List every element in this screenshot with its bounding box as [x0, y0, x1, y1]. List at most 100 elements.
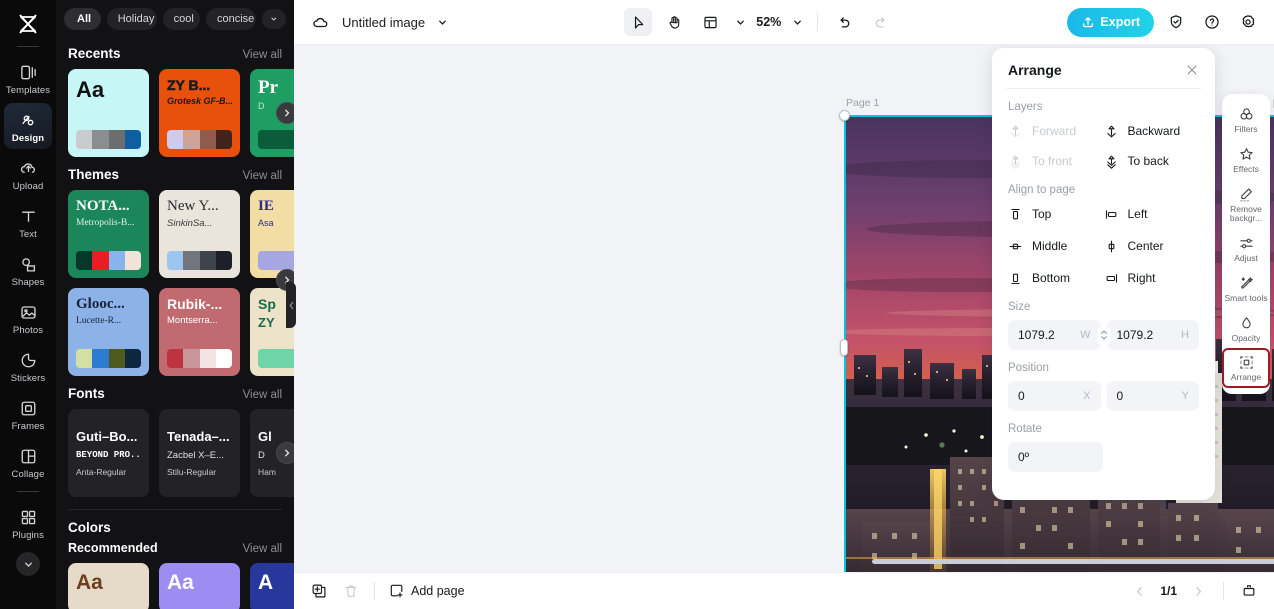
- question-circle-icon[interactable]: [1198, 8, 1226, 36]
- align-label: Align to page: [992, 172, 1215, 203]
- tool-smart-tools[interactable]: Smart tools: [1222, 269, 1270, 309]
- sidebar-item-design[interactable]: Design: [4, 103, 52, 149]
- cloud-sync-icon[interactable]: [306, 8, 334, 36]
- align-bottom-button[interactable]: Bottom: [1008, 267, 1104, 289]
- undo-icon[interactable]: [830, 8, 858, 36]
- card-title: New Y...: [167, 199, 232, 215]
- layer-backward-button[interactable]: Backward: [1104, 120, 1200, 142]
- align-middle-button[interactable]: Middle: [1008, 235, 1104, 257]
- duplicate-page-icon[interactable]: [306, 578, 332, 604]
- color-card[interactable]: Aa: [68, 563, 149, 609]
- align-top-button[interactable]: Top: [1008, 203, 1104, 225]
- sidebar-item-stickers[interactable]: Stickers: [4, 343, 52, 389]
- zoom-level[interactable]: 52%: [756, 15, 781, 29]
- y-input[interactable]: [1117, 389, 1178, 403]
- font-card[interactable]: Guti–Bo... BEYOND PRO... Anta-Regular: [68, 409, 149, 497]
- canvas-stage[interactable]: Page 1: [294, 45, 1274, 572]
- size-fields: W H: [992, 320, 1215, 350]
- sidebar-item-collage[interactable]: Collage: [4, 439, 52, 485]
- sidebar-item-photos[interactable]: Photos: [4, 295, 52, 341]
- export-button[interactable]: Export: [1067, 8, 1154, 37]
- tool-arrange[interactable]: Arrange: [1222, 348, 1270, 388]
- theme-card[interactable]: New Y... SinkinSa...: [159, 190, 240, 278]
- tool-effects[interactable]: Effects: [1222, 140, 1270, 180]
- link-ratio-icon[interactable]: [1097, 327, 1110, 344]
- x-field[interactable]: X: [1008, 381, 1101, 411]
- x-input[interactable]: [1018, 389, 1079, 403]
- chevron-right-icon[interactable]: [276, 102, 294, 124]
- x-suffix: X: [1083, 390, 1090, 402]
- rail-expand-button[interactable]: [16, 552, 40, 576]
- sidebar-item-upload[interactable]: Upload: [4, 151, 52, 197]
- panel-collapse-handle[interactable]: [286, 282, 296, 328]
- layout-chevron-icon[interactable]: [732, 8, 748, 36]
- gear-icon[interactable]: [1234, 8, 1262, 36]
- capcut-logo-icon[interactable]: [0, 6, 56, 42]
- chip-holiday[interactable]: Holiday: [107, 8, 157, 30]
- chip-concise[interactable]: concise: [206, 8, 256, 30]
- recents-card[interactable]: Aa: [68, 69, 149, 157]
- shield-check-icon[interactable]: [1162, 8, 1190, 36]
- y-field[interactable]: Y: [1107, 381, 1200, 411]
- font-card[interactable]: Tenada–... Zacbel X–E... Stilu-Regular: [159, 409, 240, 497]
- sidebar-label: Frames: [12, 421, 45, 432]
- layer-label: To back: [1128, 154, 1169, 168]
- colors-row: Aa Aa A: [56, 563, 294, 609]
- next-page-button[interactable]: [1185, 578, 1211, 604]
- sidebar-item-text[interactable]: Text: [4, 199, 52, 245]
- hand-pan-icon[interactable]: [660, 8, 688, 36]
- rotate-field[interactable]: [1008, 442, 1103, 472]
- align-center-button[interactable]: Center: [1104, 235, 1200, 257]
- view-all-recents[interactable]: View all: [243, 49, 282, 61]
- color-card[interactable]: Aa: [159, 563, 240, 609]
- document-title[interactable]: Untitled image: [342, 15, 425, 30]
- sidebar-item-plugins[interactable]: Plugins: [4, 500, 52, 546]
- theme-card[interactable]: IE Asa: [250, 190, 294, 278]
- rotate-input[interactable]: [1018, 450, 1093, 464]
- view-all-colors[interactable]: View all: [243, 543, 282, 555]
- recents-card[interactable]: ZY B... Grotesk GF-B...: [159, 69, 240, 157]
- sidebar-item-shapes[interactable]: Shapes: [4, 247, 52, 293]
- theme-card[interactable]: Glooc... Lucette-R...: [68, 288, 149, 376]
- notes-icon[interactable]: [1236, 578, 1262, 604]
- card-subtitle: Asa: [258, 218, 294, 229]
- theme-card[interactable]: NOTA... Metropolis-B...: [68, 190, 149, 278]
- section-title: Recommended: [68, 541, 158, 555]
- layer-to-back-button[interactable]: To back: [1104, 150, 1200, 172]
- chip-all[interactable]: All: [64, 8, 101, 30]
- sidebar-item-frames[interactable]: Frames: [4, 391, 52, 437]
- sidebar-item-templates[interactable]: Templates: [4, 55, 52, 101]
- layout-grid-icon[interactable]: [696, 8, 724, 36]
- height-field[interactable]: H: [1107, 320, 1200, 350]
- tool-remove-background[interactable]: Remove backgr...: [1222, 180, 1270, 230]
- horizontal-scrollbar[interactable]: [872, 559, 1274, 564]
- chip-more-button[interactable]: [262, 9, 286, 29]
- tool-adjust[interactable]: Adjust: [1222, 229, 1270, 269]
- cursor-select-icon[interactable]: [624, 8, 652, 36]
- align-right-button[interactable]: Right: [1104, 267, 1200, 289]
- rail-divider-2: [17, 491, 39, 492]
- close-icon[interactable]: [1185, 63, 1199, 77]
- prev-page-button[interactable]: [1126, 578, 1152, 604]
- main-area: Untitled image 52%: [294, 0, 1274, 609]
- sidebar-label: Templates: [6, 85, 50, 96]
- color-card[interactable]: A: [250, 563, 294, 609]
- align-left-button[interactable]: Left: [1104, 203, 1200, 225]
- width-field[interactable]: W: [1008, 320, 1101, 350]
- adjust-sliders-icon: [1238, 235, 1255, 252]
- view-all-themes[interactable]: View all: [243, 170, 282, 182]
- tool-opacity[interactable]: Opacity: [1222, 309, 1270, 349]
- height-input[interactable]: [1117, 328, 1178, 342]
- zoom-chevron-icon[interactable]: [789, 8, 805, 36]
- chevron-right-icon[interactable]: [276, 442, 294, 464]
- view-all-fonts[interactable]: View all: [243, 389, 282, 401]
- add-page-button[interactable]: Add page: [385, 583, 469, 599]
- resize-handle-left-middle[interactable]: [840, 339, 848, 356]
- theme-card[interactable]: Rubik-... Montserra...: [159, 288, 240, 376]
- tool-filters[interactable]: Filters: [1222, 100, 1270, 140]
- sidebar-label: Shapes: [12, 277, 45, 288]
- chip-cool[interactable]: cool: [163, 8, 200, 30]
- resize-handle-top-left[interactable]: [839, 110, 850, 121]
- chevron-down-icon[interactable]: [433, 8, 451, 36]
- width-input[interactable]: [1018, 328, 1076, 342]
